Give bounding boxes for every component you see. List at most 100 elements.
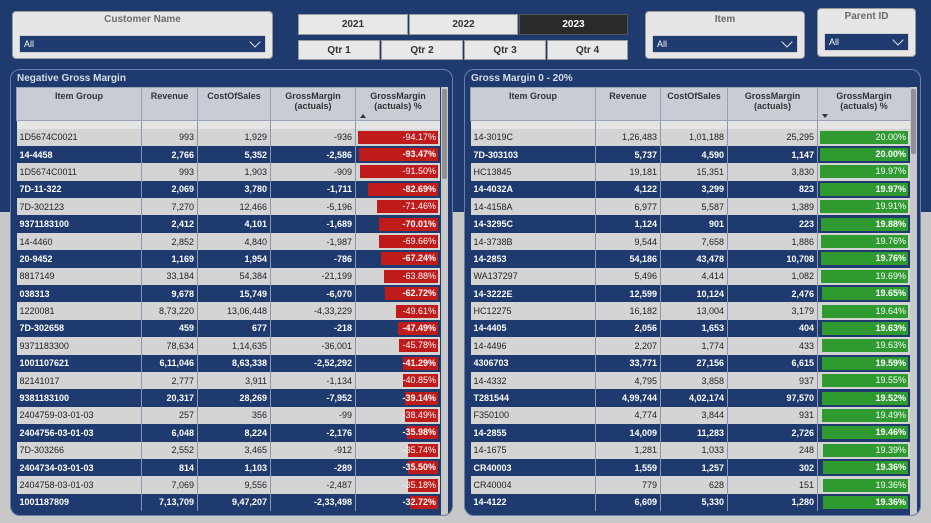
grossmargin-pct-cell: -69.66%: [355, 232, 440, 251]
table-row[interactable]: 7D-11-322 2,069 3,780 -1,711 -82.69%: [16, 180, 440, 199]
table-row[interactable]: 14-4460 2,852 4,840 -1,987 -69.66%: [16, 232, 440, 251]
quarter-button-4[interactable]: Qtr 4: [547, 40, 628, 60]
table-row[interactable]: 20-9452 1,169 1,954 -786 -67.24%: [16, 250, 440, 268]
table-row[interactable]: 1001187809 7,13,709 9,47,207 -2,33,498 -32.7…: [16, 493, 440, 512]
table-row[interactable]: 14-4332 4,795 3,858 937 19.55%: [470, 371, 910, 390]
column-header-revenue[interactable]: Revenue: [595, 87, 661, 121]
table-row[interactable]: 14-3295C 1,124 901 223 19.88%: [470, 215, 910, 233]
year-button-2022[interactable]: 2022: [409, 14, 518, 35]
column-header-costofsales[interactable]: CostOfSales: [660, 87, 728, 121]
table-row[interactable]: 14-4158A 6,977 5,587 1,389 19.91%: [470, 198, 910, 216]
scrollbar[interactable]: [441, 87, 448, 515]
table-row[interactable]: 2404759-03-01-03 257 356 -99 -38.49%: [16, 406, 440, 425]
table-row[interactable]: 14-2855 14,009 11,283 2,726 19.46%: [470, 424, 910, 442]
table-row[interactable]: 2404758-03-01-03 7,069 9,556 -2,487 -35.18%: [16, 476, 440, 494]
scrollbar-thumb[interactable]: [911, 89, 916, 154]
bar-track: 19.97%: [820, 165, 908, 179]
table-row[interactable]: 14-4496 2,207 1,774 433 19.63%: [470, 337, 910, 355]
bar-label: -35.50%: [402, 462, 436, 473]
column-header-costofsales[interactable]: CostOfSales: [197, 87, 271, 121]
grossmargin-cell: 223: [727, 215, 818, 233]
bar-label: -45.78%: [402, 340, 436, 351]
grossmargin-cell: 1,389: [727, 198, 818, 216]
bar-label: -35.18%: [402, 479, 436, 490]
column-header-item-group[interactable]: Item Group: [470, 87, 596, 121]
bar-label: 19.63%: [875, 340, 906, 351]
table-row[interactable]: CR40003 1,559 1,257 302 19.36%: [470, 458, 910, 477]
column-header-revenue[interactable]: Revenue: [141, 87, 198, 121]
table-row[interactable]: 9381183100 20,317 28,269 -7,952 -39.14%: [16, 389, 440, 407]
table-row[interactable]: F350100 4,774 3,844 931 19.49%: [470, 406, 910, 425]
table-row[interactable]: 14-3222E 12,599 10,124 2,476 19.65%: [470, 285, 910, 303]
table-row[interactable]: 2404734-03-01-03 814 1,103 -289 -35.50%: [16, 458, 440, 477]
table-row[interactable]: 2404756-03-01-03 6,048 8,224 -2,176 -35.98%: [16, 424, 440, 442]
revenue-cell: 2,207: [595, 337, 661, 355]
table-row[interactable]: 14-4122 6,609 5,330 1,280 19.36%: [470, 493, 910, 512]
item-group-cell: 14-2855: [470, 424, 596, 442]
customer-name-dropdown[interactable]: All: [19, 35, 266, 53]
table-row[interactable]: 14-4032A 4,122 3,299 823 19.97%: [470, 180, 910, 199]
item-dropdown[interactable]: All: [652, 35, 798, 53]
table-row[interactable]: HC12275 16,182 13,004 3,179 19.64%: [470, 302, 910, 320]
table-row[interactable]: 7D-302123 7,270 12,466 -5,196 -71.46%: [16, 198, 440, 216]
table-row[interactable]: HC13845 19,181 15,351 3,830 19.97%: [470, 163, 910, 181]
table-row[interactable]: 7D-302658 459 677 -218 -47.49%: [16, 319, 440, 338]
table-row[interactable]: 8817149 33,184 54,384 -21,199 -63.88%: [16, 267, 440, 286]
column-header-item-group[interactable]: Item Group: [16, 87, 142, 121]
table-row[interactable]: WA137297 5,496 4,414 1,082 19.69%: [470, 267, 910, 286]
table-row[interactable]: 4306703 33,771 27,156 6,615 19.59%: [470, 354, 910, 372]
bar-track: -71.46%: [358, 200, 438, 214]
table-row[interactable]: 7D-303103 5,737 4,590 1,147 20.00%: [470, 145, 910, 164]
bar-track: -41.29%: [358, 356, 438, 370]
grossmargin-cell: -99: [270, 406, 356, 425]
column-header-grossmargin-pct[interactable]: GrossMargin (actuals) %: [355, 87, 440, 121]
bar-label: -38.49%: [402, 409, 436, 420]
table-row[interactable]: 1001107621 6,11,046 8,63,338 -2,52,292 -41.2…: [16, 354, 440, 372]
bar-track: -69.66%: [358, 235, 438, 249]
table-row[interactable]: 9371183100 2,412 4,101 -1,689 -70.01%: [16, 215, 440, 233]
table-row[interactable]: 1D5674C0021 993 1,929 -936 -94.17%: [16, 128, 440, 146]
table-row[interactable]: 14-3738B 9,544 7,658 1,886 19.76%: [470, 232, 910, 251]
revenue-cell: 33,184: [141, 267, 198, 286]
table-row[interactable]: 14-4405 2,056 1,653 404 19.63%: [470, 319, 910, 338]
table-row[interactable]: 14-2853 54,186 43,478 10,708 19.76%: [470, 250, 910, 268]
bar-track: -35.98%: [358, 426, 438, 440]
year-button-2023[interactable]: 2023: [519, 14, 628, 35]
table-row[interactable]: 9371183300 78,634 1,14,635 -36,001 -45.78%: [16, 337, 440, 355]
table-row[interactable]: 82141017 2,777 3,911 -1,134 -40.85%: [16, 371, 440, 390]
spacer-cell: [727, 120, 818, 129]
column-header-grossmargin[interactable]: GrossMargin (actuals): [727, 87, 818, 121]
scrollbar[interactable]: [910, 87, 917, 515]
revenue-cell: 54,186: [595, 250, 661, 268]
grossmargin-pct-cell: 19.36%: [817, 458, 910, 477]
table-row[interactable]: 7D-303266 2,552 3,465 -912 -35.74%: [16, 441, 440, 459]
column-header-grossmargin-pct[interactable]: GrossMargin (actuals) %: [817, 87, 910, 121]
grossmargin-pct-cell: 19.46%: [817, 424, 910, 442]
table-row[interactable]: 1220081 8,73,220 13,06,448 -4,33,229 -49.61%: [16, 302, 440, 320]
year-button-2021[interactable]: 2021: [298, 14, 408, 35]
bar-track: 19.76%: [820, 252, 908, 266]
quarter-button-1[interactable]: Qtr 1: [298, 40, 380, 60]
quarter-button-3[interactable]: Qtr 3: [464, 40, 546, 60]
grossmargin-cell: -786: [270, 250, 356, 268]
quarter-button-2[interactable]: Qtr 2: [381, 40, 463, 60]
table-row[interactable]: 14-1675 1,281 1,033 248 19.39%: [470, 441, 910, 459]
item-group-cell: F350100: [470, 406, 596, 425]
table-row[interactable]: CR40004 779 628 151 19.36%: [470, 476, 910, 494]
table-row[interactable]: T281544 4,99,744 4,02,174 97,570 19.52%: [470, 389, 910, 407]
bar-label: 19.36%: [875, 479, 906, 490]
table-row[interactable]: 1D5674C0011 993 1,903 -909 -91.50%: [16, 163, 440, 181]
parent-id-dropdown[interactable]: All: [824, 33, 909, 51]
negative-gross-margin-panel: Negative Gross Margin Item Group Revenue…: [10, 69, 453, 516]
item-group-cell: HC13845: [470, 163, 596, 181]
scrollbar-thumb[interactable]: [442, 89, 447, 179]
table-row[interactable]: 14-3019C 1,26,483 1,01,188 25,295 20.00%: [470, 128, 910, 146]
column-header-grossmargin[interactable]: GrossMargin (actuals): [270, 87, 356, 121]
table-row[interactable]: 14-4458 2,766 5,352 -2,586 -93.47%: [16, 145, 440, 164]
grossmargin-cell: 302: [727, 458, 818, 477]
grossmargin-pct-cell: -35.18%: [355, 476, 440, 494]
revenue-cell: 19,181: [595, 163, 661, 181]
costofsales-cell: 1,14,635: [197, 337, 271, 355]
table-row[interactable]: 038313 9,678 15,749 -6,070 -62.72%: [16, 285, 440, 303]
bar-label: 19.69%: [875, 270, 906, 281]
